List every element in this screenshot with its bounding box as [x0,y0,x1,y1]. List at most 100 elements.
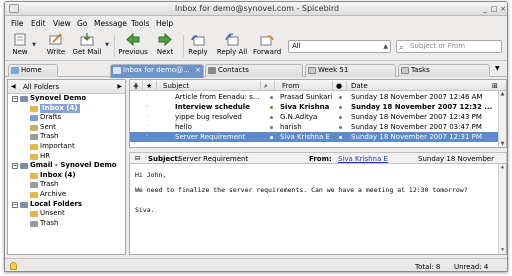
previous-button[interactable]: Previous [118,33,148,60]
new-icon [14,33,26,46]
message-list-scrollbar[interactable]: ▲ ▼ [498,91,506,147]
attachment-column-icon[interactable]: ⌕ [264,82,268,91]
get-mail-button[interactable]: Get Mail ▼ [72,33,109,60]
junk-status-icon[interactable] [339,96,342,99]
chevron-left-icon[interactable]: ◀ [11,83,16,90]
star-icon[interactable]: · [146,122,148,132]
chevron-right-icon[interactable]: ▶ [117,83,122,90]
search-input[interactable]: ⌕ Subject or From [396,40,502,53]
junk-status-icon[interactable] [339,136,342,139]
junk-column-icon[interactable]: ● [336,82,342,90]
folder-local-trash[interactable]: Trash [8,219,125,229]
menu-view[interactable]: View [53,19,71,28]
next-button[interactable]: Next [155,33,175,60]
message-body-scrollbar[interactable]: ▲ ▼ [498,164,506,254]
folder-inbox[interactable]: Inbox (4) [8,103,125,114]
menu-bar: File Edit View Go Message Tools Help [5,17,507,29]
trash-icon [30,134,38,141]
star-icon[interactable]: · [146,102,148,112]
reply-button[interactable]: Reply [187,33,209,60]
folder-gmail-trash[interactable]: Trash [8,180,125,190]
inbox-icon [113,67,121,74]
tab-list-icon[interactable]: ▼ [495,65,500,72]
expand-header-icon[interactable]: ⊟ [135,155,140,162]
reply-all-icon [225,33,239,46]
folder-gmail-inbox[interactable]: Inbox (4) [8,171,125,181]
minimize-button[interactable]: _ [481,5,489,13]
star-icon[interactable]: · [146,112,148,122]
sent-icon [30,124,38,131]
read-status-icon[interactable] [270,136,273,139]
folder-important[interactable]: Important [8,142,125,152]
column-subject[interactable]: Subject [163,82,189,90]
folder-sent[interactable]: Sent [8,123,125,133]
column-picker-icon[interactable]: ⊞ [492,82,498,90]
tab-home[interactable]: Home [8,64,58,77]
junk-status-icon[interactable] [339,106,342,109]
message-row[interactable]: · hello harish Sunday 18 November 2007 0… [130,122,506,132]
folder-gmail-archive[interactable]: Archive [8,190,125,200]
read-status-icon[interactable] [270,96,273,99]
read-status-icon[interactable] [270,126,273,129]
message-row-selected[interactable]: · Server Requirement Siva Krishna E Sund… [130,132,506,142]
menu-message[interactable]: Message [94,19,127,28]
message-row[interactable]: · yippe bug resolved G.N.Aditya Sunday 1… [130,112,506,122]
sender-link[interactable]: Siva Krishna E [338,155,388,163]
column-from[interactable]: From [282,82,299,90]
folder-hr[interactable]: HR [8,152,125,162]
write-button[interactable]: Write [45,33,67,60]
menu-tools[interactable]: Tools [131,19,149,28]
junk-status-icon[interactable] [339,126,342,129]
collapse-icon[interactable]: − [12,163,18,170]
reply-all-button[interactable]: Reply All [216,33,248,60]
local-folders-icon [20,201,28,208]
menu-go[interactable]: Go [77,19,87,28]
body-line: Siva. [135,206,155,214]
collapse-icon[interactable]: − [12,96,18,102]
tab-week[interactable]: Week 51 [305,64,396,77]
scroll-down-icon[interactable]: ▼ [499,247,506,254]
collapse-icon[interactable]: − [12,201,18,208]
account-icon [20,96,28,102]
menu-file[interactable]: File [11,19,24,28]
scroll-down-icon[interactable]: ▼ [499,141,506,147]
folder-trash[interactable]: Trash [8,132,125,142]
folder-icon [30,143,38,150]
account-synovel-demo[interactable]: − Synovel Demo [8,94,125,104]
thread-column-icon[interactable]: ⋕ [133,82,139,90]
star-column-icon[interactable]: ★ [146,82,152,90]
junk-status-icon[interactable] [339,116,342,119]
folder-unsent[interactable]: Unsent [8,209,125,219]
tab-contacts[interactable]: Contacts [205,64,303,77]
star-icon[interactable]: · [146,92,148,102]
contacts-icon [208,67,216,74]
folder-drafts[interactable]: Drafts [8,113,125,123]
menu-edit[interactable]: Edit [31,19,46,28]
message-row[interactable]: · Interview schedule Siva Krishna E Sund… [130,102,506,112]
forward-button[interactable]: Forward [253,33,281,60]
maximize-button[interactable]: □ [490,5,498,13]
read-status-icon[interactable] [270,116,273,119]
tab-inbox[interactable]: Inbox for demo@... × [110,64,204,78]
tab-tasks[interactable]: Tasks [398,64,490,77]
account-local-folders[interactable]: − Local Folders [8,200,125,210]
close-tab-icon[interactable]: × [195,65,201,76]
reply-icon [191,35,205,46]
get-mail-dropdown-icon[interactable]: ▼ [105,42,109,48]
scroll-up-icon[interactable]: ▲ [499,91,506,98]
close-button[interactable]: × [499,5,507,13]
scroll-up-icon[interactable]: ▲ [499,164,506,171]
message-body: Hi John, We need to finalize the server … [129,164,507,255]
unread-status-icon[interactable] [270,106,273,109]
view-filter-select[interactable]: All ▲ [288,40,391,53]
body-line: We need to finalize the server requireme… [135,186,468,194]
new-button[interactable]: New ▼ [11,33,36,60]
menu-help[interactable]: Help [156,19,173,28]
body-line: Hi John, [135,171,167,179]
star-icon[interactable]: · [146,132,148,142]
activity-bulb-icon[interactable] [10,262,17,270]
new-dropdown-icon[interactable]: ▼ [32,42,36,48]
column-date[interactable]: Date [351,82,368,90]
account-gmail[interactable]: − Gmail - Synovel Demo [8,161,125,171]
message-row[interactable]: · Article from Eenadu: s... Prasad Sunka… [130,92,506,102]
